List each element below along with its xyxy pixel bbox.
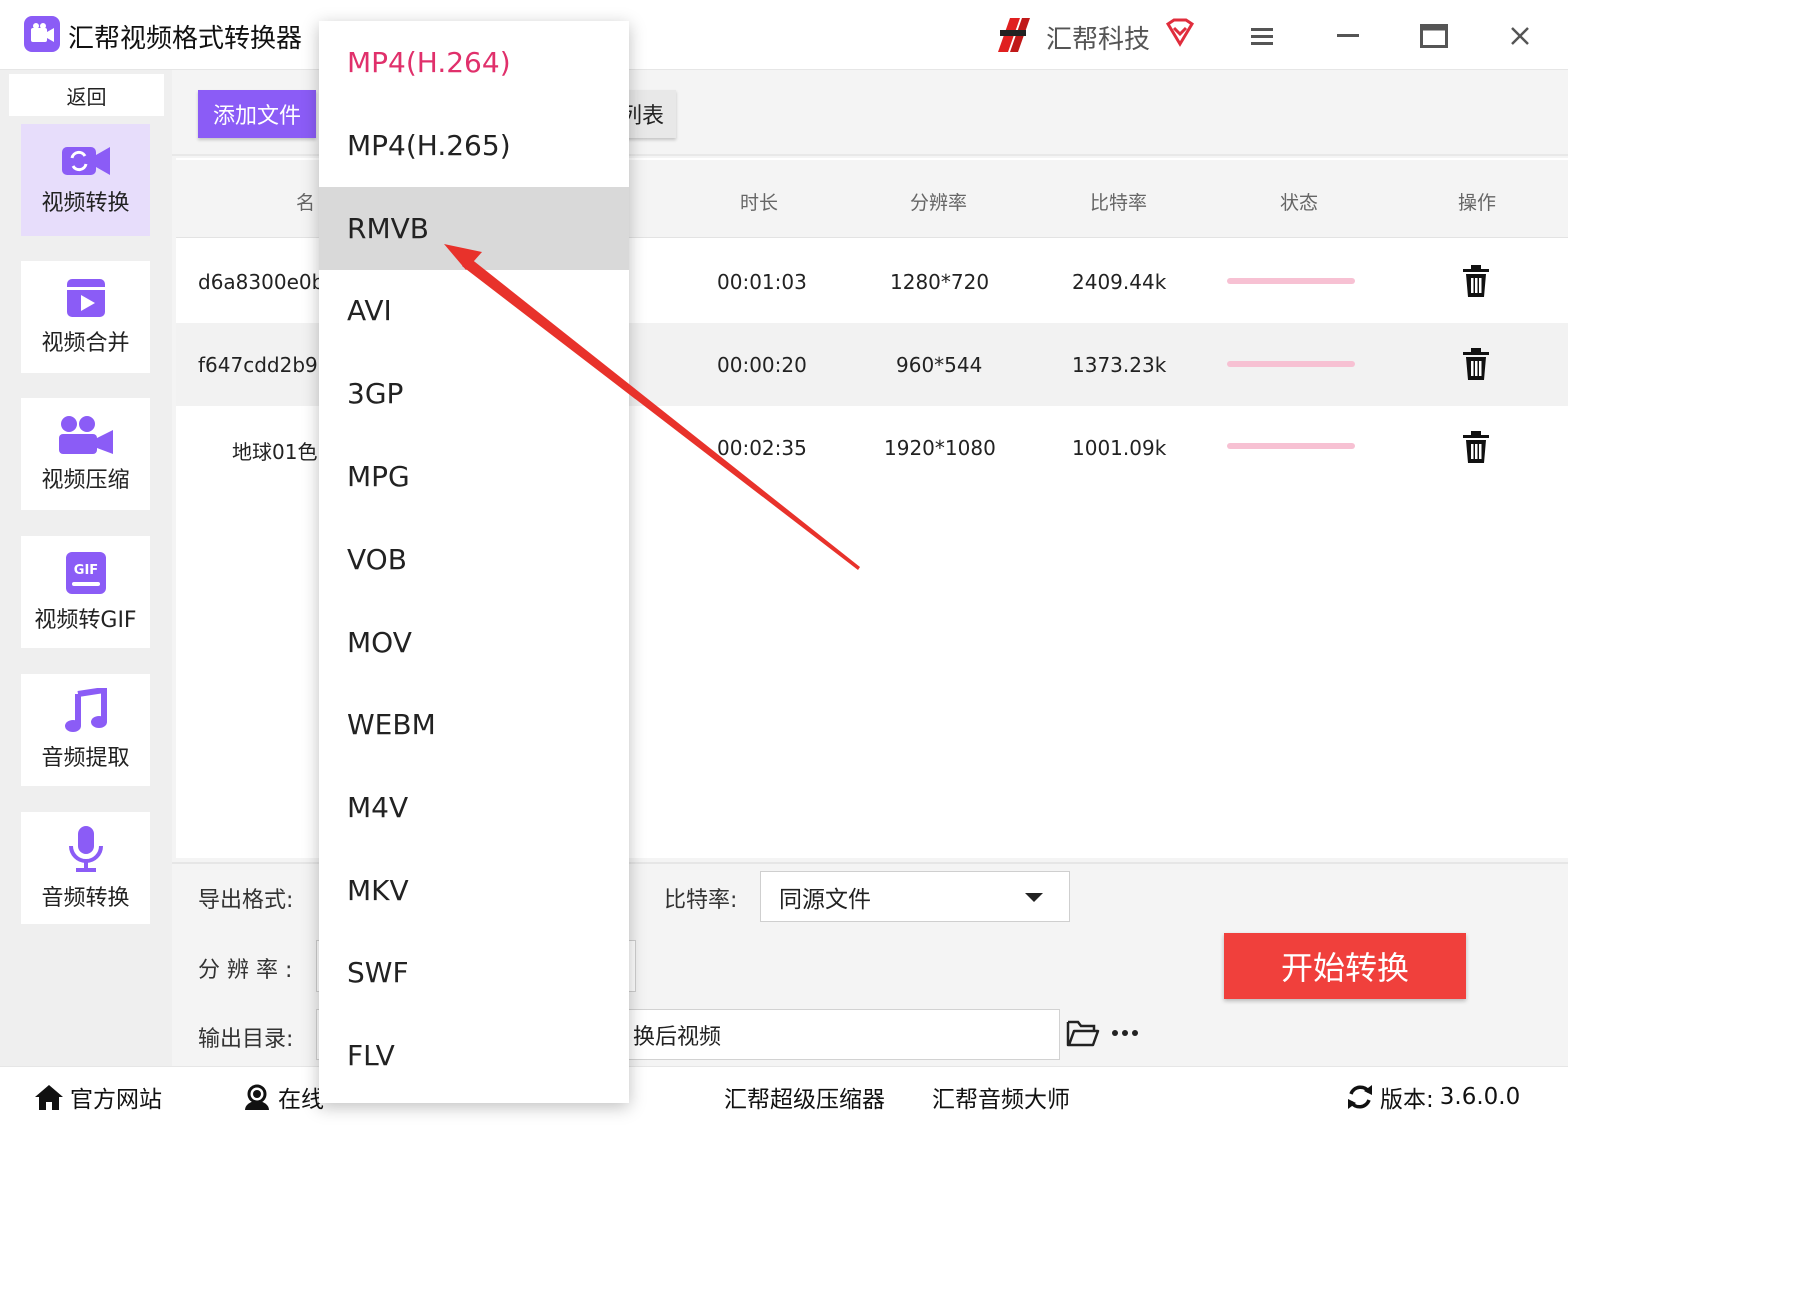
microphone-icon (68, 826, 103, 872)
add-file-button[interactable]: 添加文件 (198, 90, 316, 138)
format-option[interactable]: MOV (319, 601, 629, 684)
gif-icon: GIF (65, 552, 106, 594)
header-action: 操作 (1458, 192, 1497, 214)
row-name: f647cdd2b9 (198, 353, 318, 377)
row-duration: 00:00:20 (717, 353, 807, 377)
brand-name: 汇帮科技 (1046, 25, 1151, 55)
format-option[interactable]: MP4(H.265) (319, 104, 629, 187)
sidebar-item-video-convert[interactable]: 视频转换 (21, 124, 150, 236)
online-support-link[interactable]: 在线 (242, 1080, 324, 1114)
bitrate-select[interactable]: 同源文件 (760, 871, 1070, 922)
row-resolution: 1920*1080 (884, 436, 996, 460)
sidebar-item-video-merge[interactable]: 视频合并 (21, 261, 150, 373)
sidebar-item-label: 视频转换 (41, 191, 130, 216)
row-bitrate: 2409.44k (1072, 270, 1167, 294)
format-option[interactable]: VOB (319, 518, 629, 601)
sidebar-item-label: 音频转换 (41, 886, 130, 911)
header-resolution: 分辨率 (910, 192, 968, 214)
format-option[interactable]: 3GP (319, 352, 629, 435)
version-label: 版本: (1380, 1087, 1434, 1113)
start-convert-button[interactable]: 开始转换 (1224, 933, 1466, 999)
row-name: 地球01色 (232, 440, 318, 464)
vip-diamond-icon[interactable] (1164, 18, 1196, 52)
minimize-icon[interactable] (1330, 20, 1366, 52)
headset-icon (245, 1084, 269, 1110)
delete-trash-icon[interactable] (1461, 264, 1491, 298)
audio-master-link[interactable]: 汇帮音频大师 (932, 1080, 1070, 1114)
row-bitrate: 1001.09k (1072, 436, 1167, 460)
format-option[interactable]: M4V (319, 766, 629, 849)
app-title: 汇帮视频格式转换器 (68, 24, 303, 54)
sidebar-item-video-compress[interactable]: 视频压缩 (21, 398, 150, 510)
maximize-icon[interactable] (1416, 20, 1452, 52)
format-option[interactable]: MPG (319, 435, 629, 518)
svg-text:GIF: GIF (73, 563, 97, 578)
music-note-icon (64, 688, 107, 732)
sidebar-item-audio-convert[interactable]: 音频转换 (21, 812, 150, 924)
menu-icon[interactable] (1244, 20, 1280, 52)
folder-open-icon[interactable] (1066, 1018, 1100, 1052)
more-options-icon[interactable] (1110, 1018, 1140, 1055)
bitrate-label: 比特率: (664, 888, 738, 913)
video-convert-icon (61, 147, 110, 175)
header-status: 状态 (1280, 192, 1319, 214)
format-option[interactable]: MP4(H.264) (319, 21, 629, 104)
delete-trash-icon[interactable] (1461, 347, 1491, 381)
format-option[interactable]: MKV (319, 849, 629, 932)
sidebar-item-label: 视频压缩 (41, 468, 130, 493)
video-merge-icon (66, 279, 105, 317)
sidebar-item-audio-extract[interactable]: 音频提取 (21, 674, 150, 786)
row-name: d6a8300e0b (198, 270, 325, 294)
compressor-link[interactable]: 汇帮超级压缩器 (724, 1080, 885, 1114)
back-button[interactable]: 返回 (9, 74, 164, 116)
close-icon[interactable] (1502, 20, 1538, 52)
row-resolution: 1280*720 (890, 270, 990, 294)
refresh-icon (1348, 1085, 1372, 1109)
status-progress-bar (1227, 443, 1355, 449)
header-bitrate: 比特率 (1090, 192, 1148, 214)
format-option[interactable]: FLV (319, 1014, 629, 1097)
export-format-label: 导出格式: (198, 888, 294, 913)
status-progress-bar (1227, 361, 1355, 367)
format-option[interactable]: SWF (319, 931, 629, 1014)
sidebar-item-label: 视频合并 (41, 331, 130, 356)
bitrate-select-value: 同源文件 (779, 886, 871, 913)
video-compress-icon (58, 416, 113, 454)
output-dir-label: 输出目录: (198, 1027, 294, 1052)
brand-logo-icon (990, 14, 1034, 60)
row-duration: 00:01:03 (717, 270, 807, 294)
version-number: 3.6.0.0 (1439, 1084, 1521, 1110)
row-bitrate: 1373.23k (1072, 353, 1167, 377)
format-option[interactable]: WEBM (319, 683, 629, 766)
home-icon (35, 1085, 63, 1110)
format-option[interactable]: RMVB (319, 187, 629, 270)
version-info[interactable]: 版本: 3.6.0.0 (1346, 1080, 1520, 1114)
chevron-down-icon (1025, 893, 1043, 902)
sidebar-item-video-to-gif[interactable]: GIF 视频转GIF (21, 536, 150, 648)
status-progress-bar (1227, 278, 1355, 284)
header-duration: 时长 (740, 192, 779, 214)
official-website-link[interactable]: 官方网站 (34, 1080, 162, 1114)
app-logo-icon (24, 16, 60, 52)
row-duration: 00:02:35 (717, 436, 807, 460)
sidebar-item-label: 视频转GIF (34, 608, 137, 633)
format-dropdown-menu: MP4(H.264) MP4(H.265) RMVB AVI 3GP MPG V… (319, 21, 629, 1103)
format-option[interactable]: AVI (319, 269, 629, 352)
official-website-label: 官方网站 (70, 1087, 162, 1113)
header-name: 名 (296, 192, 316, 214)
delete-trash-icon[interactable] (1461, 430, 1491, 464)
online-support-label: 在线 (278, 1087, 324, 1113)
resolution-label: 分 辨 率 : (198, 958, 293, 983)
row-resolution: 960*544 (896, 353, 983, 377)
sidebar-item-label: 音频提取 (41, 746, 130, 771)
